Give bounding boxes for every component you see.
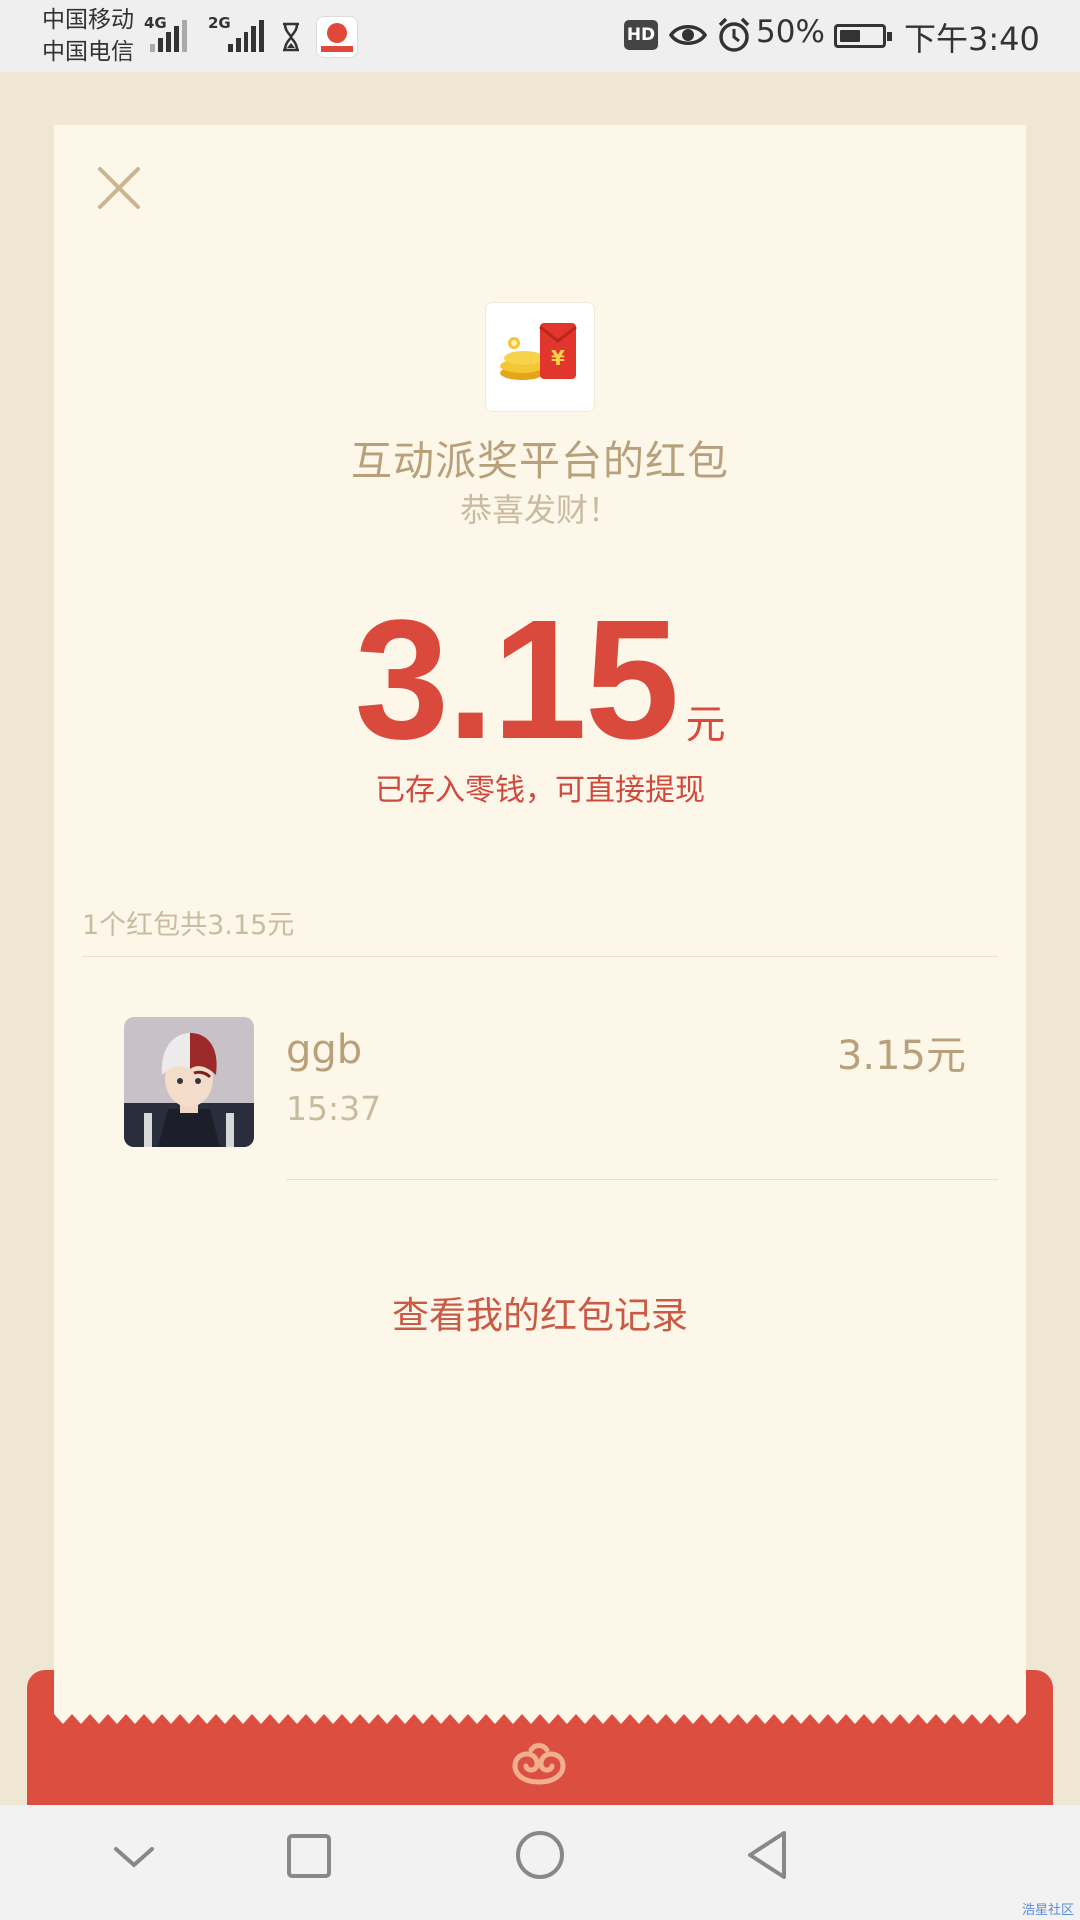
- avatar-image: [124, 1017, 254, 1147]
- alarm-icon: [718, 17, 750, 52]
- recipient-amount: 3.15元: [836, 1033, 966, 1079]
- recent-apps-icon[interactable]: [286, 1833, 332, 1879]
- watermark: 浩星社区: [1021, 1903, 1074, 1918]
- app-notification-icon: [316, 16, 358, 58]
- sender-logo: ¥: [486, 303, 594, 411]
- back-icon[interactable]: [744, 1829, 790, 1881]
- envelope-emblem-icon: [512, 1743, 566, 1785]
- amount-unit: 元: [685, 702, 726, 748]
- red-packet-coins-icon: ¥: [500, 323, 577, 380]
- status-time: 下午3:40: [904, 20, 1040, 58]
- sender-title: 互动派奖平台的红包: [351, 437, 729, 485]
- divider: [82, 956, 998, 957]
- recipient-time: 15:37: [286, 1089, 382, 1128]
- card-serrated-edge: [54, 1708, 1026, 1724]
- recipient-name: ggb: [286, 1027, 363, 1073]
- battery-percent: 50%: [756, 14, 825, 50]
- close-icon[interactable]: [96, 165, 142, 211]
- carrier-labels: 中国移动 中国电信: [42, 4, 134, 68]
- status-bar: 中国移动 中国电信 4G 2G HD 50% 下午3:40: [0, 0, 1080, 72]
- avatar: [124, 1017, 254, 1147]
- stored-note: 已存入零钱，可直接提现: [375, 773, 705, 808]
- network-type-2: 2G: [208, 14, 231, 32]
- network-type-1: 4G: [144, 14, 167, 32]
- carrier-2-label: 中国电信: [42, 39, 134, 65]
- amount-display: 3.15 元: [54, 595, 1026, 765]
- navigation-bar: 浩星社区: [0, 1805, 1080, 1920]
- divider: [286, 1179, 998, 1180]
- view-history-link[interactable]: 查看我的红包记录: [54, 1285, 1026, 1339]
- amount-value: 3.15: [354, 585, 680, 775]
- eye-icon: [668, 25, 708, 45]
- red-packet-card: ¥ 互动派奖平台的红包 恭喜发财！ 3.15 元 已存入零钱，可直接提现 1个红包…: [54, 125, 1026, 1710]
- greeting-message: 恭喜发财！: [459, 491, 620, 529]
- battery-icon: [834, 24, 892, 48]
- carrier-1-label: 中国移动: [42, 7, 134, 33]
- svg-text:¥: ¥: [551, 346, 565, 370]
- packet-summary: 1个红包共3.15元: [82, 910, 295, 941]
- home-icon[interactable]: [514, 1829, 566, 1881]
- chevron-down-icon[interactable]: [112, 1843, 156, 1871]
- signal-icon: 4G: [144, 14, 196, 52]
- hd-badge: HD: [624, 20, 658, 50]
- signal-icon: 2G: [208, 14, 264, 52]
- hourglass-icon: [283, 22, 299, 52]
